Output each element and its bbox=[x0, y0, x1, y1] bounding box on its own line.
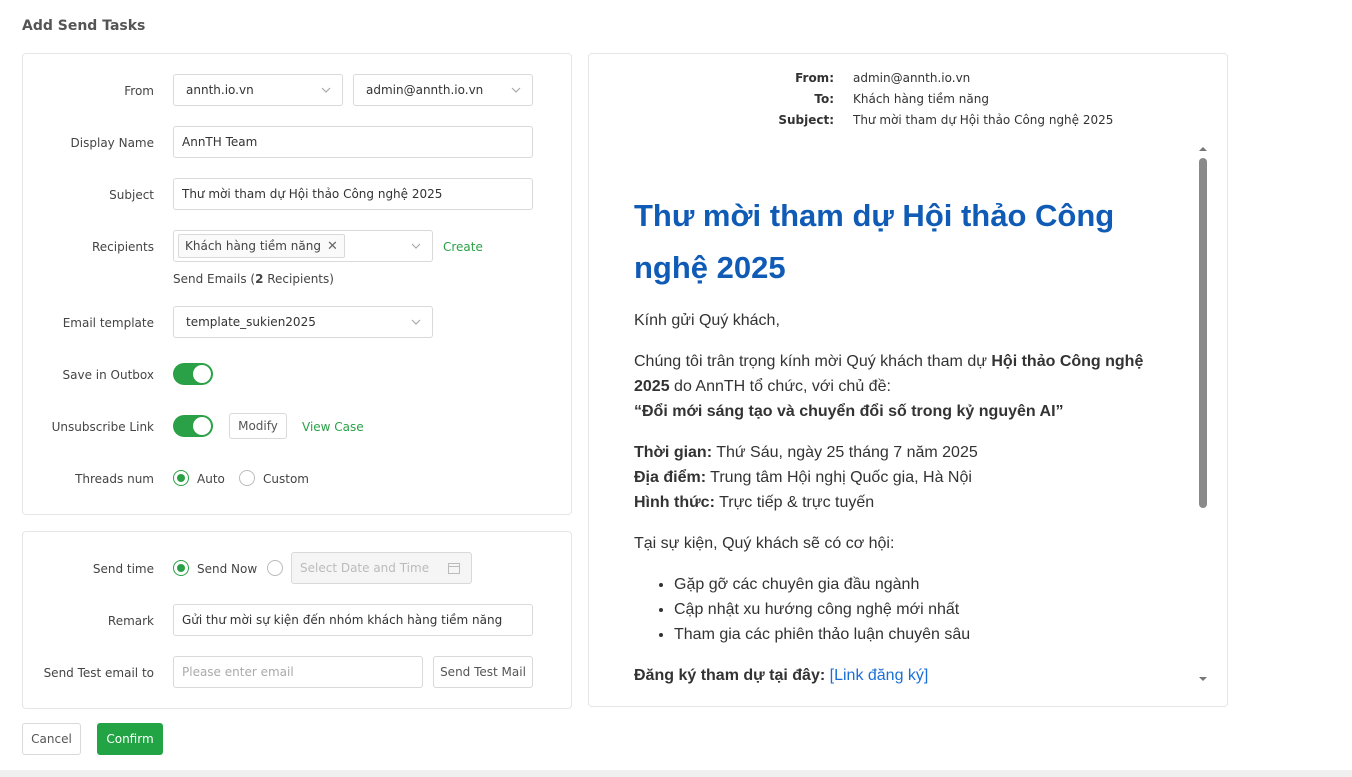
create-link[interactable]: Create bbox=[443, 240, 483, 254]
recipients-select[interactable]: Khách hàng tiềm năng ✕ bbox=[173, 230, 433, 262]
email-template-label: Email template bbox=[62, 316, 154, 330]
confirm-button[interactable]: Confirm bbox=[97, 723, 163, 755]
unsubscribe-toggle[interactable] bbox=[173, 415, 213, 437]
remark-input[interactable]: Gửi thư mời sự kiện đến nhóm khách hàng … bbox=[173, 604, 533, 636]
send-time-label: Send time bbox=[92, 562, 154, 576]
toggle-knob bbox=[193, 417, 211, 435]
preview-subject-value: Thư mời tham dự Hội thảo Công nghệ 2025 bbox=[853, 113, 1114, 127]
threads-auto-label: Auto bbox=[197, 472, 225, 486]
register-label: Đăng ký tham dự tại đây: bbox=[634, 667, 826, 684]
intro-text-2: do AnnTH tổ chức, với chủ đề: bbox=[669, 378, 891, 395]
datetime-picker[interactable]: Select Date and Time bbox=[291, 552, 472, 584]
save-outbox-label: Save in Outbox bbox=[62, 368, 154, 382]
threads-label: Threads num bbox=[75, 472, 154, 486]
send-emails-suffix: Recipients) bbox=[263, 272, 334, 286]
time-value: Thứ Sáu, ngày 25 tháng 7 năm 2025 bbox=[712, 444, 978, 461]
format-value: Trực tiếp & trực tuyến bbox=[714, 494, 875, 511]
page: Add Send Tasks From annth.io.vn admin@an… bbox=[0, 0, 1352, 770]
list-item: Cập nhật xu hướng công nghệ mới nhất bbox=[674, 597, 1174, 622]
send-emails-summary: Send Emails (2 Recipients) bbox=[173, 272, 334, 286]
display-name-value: AnnTH Team bbox=[182, 135, 258, 149]
display-name-input[interactable]: AnnTH Team bbox=[173, 126, 533, 158]
preview-subject-label: Subject: bbox=[778, 113, 834, 127]
view-case-link[interactable]: View Case bbox=[302, 420, 364, 434]
place-label: Địa điểm: bbox=[634, 469, 707, 486]
remark-label: Remark bbox=[107, 614, 154, 628]
preview-to-value: Khách hàng tiềm năng bbox=[853, 92, 989, 106]
list-item: Gặp gỡ các chuyên gia đầu ngành bbox=[674, 572, 1174, 597]
event-details: Thời gian: Thứ Sáu, ngày 25 tháng 7 năm … bbox=[634, 440, 1174, 515]
recipient-tag-label: Khách hàng tiềm năng bbox=[185, 239, 321, 253]
from-domain-select[interactable]: annth.io.vn bbox=[173, 74, 343, 106]
place-value: Trung tâm Hội nghị Quốc gia, Hà Nội bbox=[706, 469, 972, 486]
register-line: Đăng ký tham dự tại đây: [Link đăng ký] bbox=[634, 663, 1174, 688]
scroll-up-icon[interactable] bbox=[1196, 144, 1210, 154]
email-greeting: Kính gửi Quý khách, bbox=[634, 312, 780, 329]
send-emails-prefix: Send Emails ( bbox=[173, 272, 256, 286]
chevron-down-icon bbox=[411, 319, 421, 325]
chevron-down-icon bbox=[321, 87, 331, 93]
threads-auto-radio[interactable] bbox=[173, 470, 189, 486]
email-body: Thư mời tham dự Hội thảo Công nghệ 2025 … bbox=[634, 190, 1174, 692]
subject-input[interactable]: Thư mời tham dự Hội thảo Công nghệ 2025 bbox=[173, 178, 533, 210]
time-label: Thời gian: bbox=[634, 444, 713, 461]
send-now-label: Send Now bbox=[197, 562, 258, 576]
register-link[interactable]: [Link đăng ký] bbox=[830, 667, 929, 684]
close-icon[interactable]: ✕ bbox=[327, 239, 338, 254]
test-email-label: Send Test email to bbox=[43, 666, 154, 680]
remark-value: Gửi thư mời sự kiện đến nhóm khách hàng … bbox=[182, 613, 503, 627]
from-address-select[interactable]: admin@annth.io.vn bbox=[353, 74, 533, 106]
email-intro: Chúng tôi trân trọng kính mời Quý khách … bbox=[634, 349, 1174, 424]
recipients-label: Recipients bbox=[91, 240, 154, 254]
unsubscribe-label: Unsubscribe Link bbox=[51, 420, 154, 434]
event-theme: “Đổi mới sáng tạo và chuyển đổi số trong… bbox=[634, 403, 1064, 420]
save-outbox-toggle[interactable] bbox=[173, 363, 213, 385]
benefits-list: Gặp gỡ các chuyên gia đầu ngành Cập nhật… bbox=[674, 572, 1174, 647]
scrollbar-thumb[interactable] bbox=[1199, 158, 1207, 508]
preview-from-label: From: bbox=[795, 71, 834, 85]
test-email-placeholder: Please enter email bbox=[182, 665, 294, 679]
cancel-button[interactable]: Cancel bbox=[22, 723, 81, 755]
modify-button[interactable]: Modify bbox=[229, 413, 287, 439]
subject-label: Subject bbox=[109, 188, 154, 202]
chevron-down-icon bbox=[411, 243, 421, 249]
scheduled-radio[interactable] bbox=[267, 560, 283, 576]
scroll-down-icon[interactable] bbox=[1196, 674, 1210, 684]
preview-from-value: admin@annth.io.vn bbox=[853, 71, 971, 85]
list-item: Tham gia các phiên thảo luận chuyên sâu bbox=[674, 622, 1174, 647]
recipient-tag: Khách hàng tiềm năng ✕ bbox=[178, 234, 345, 258]
format-label: Hình thức: bbox=[634, 494, 715, 511]
display-name-label: Display Name bbox=[70, 136, 154, 150]
test-email-input[interactable]: Please enter email bbox=[173, 656, 423, 688]
page-title: Add Send Tasks bbox=[22, 18, 146, 34]
opportunity-text: Tại sự kiện, Quý khách sẽ có cơ hội: bbox=[634, 535, 895, 552]
send-now-radio[interactable] bbox=[173, 560, 189, 576]
threads-custom-radio[interactable] bbox=[239, 470, 255, 486]
from-address-value: admin@annth.io.vn bbox=[366, 83, 484, 97]
threads-custom-label: Custom bbox=[263, 472, 309, 486]
calendar-icon bbox=[448, 563, 460, 574]
email-body-viewport[interactable]: Thư mời tham dự Hội thảo Công nghệ 2025 … bbox=[600, 142, 1195, 692]
chevron-down-icon bbox=[511, 87, 521, 93]
intro-text: Chúng tôi trân trọng kính mời Quý khách … bbox=[634, 353, 992, 370]
from-label: From bbox=[124, 84, 154, 98]
preview-to-label: To: bbox=[814, 92, 834, 106]
send-test-mail-button[interactable]: Send Test Mail bbox=[433, 656, 533, 688]
toggle-knob bbox=[193, 365, 211, 383]
from-domain-value: annth.io.vn bbox=[186, 83, 254, 97]
subject-value: Thư mời tham dự Hội thảo Công nghệ 2025 bbox=[182, 187, 443, 201]
email-heading: Thư mời tham dự Hội thảo Công nghệ 2025 bbox=[634, 198, 1115, 285]
email-template-value: template_sukien2025 bbox=[186, 315, 316, 329]
email-template-select[interactable]: template_sukien2025 bbox=[173, 306, 433, 338]
datetime-placeholder: Select Date and Time bbox=[300, 561, 430, 575]
